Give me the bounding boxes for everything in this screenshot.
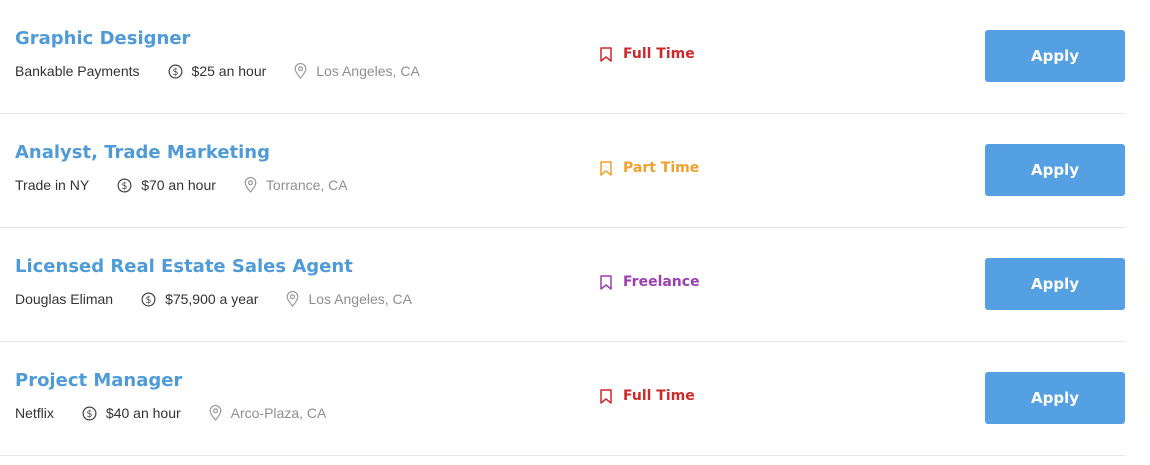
location-text: Torrance, CA — [265, 177, 348, 193]
job-type-badge: Full Time — [600, 388, 695, 404]
location: Torrance, CA — [244, 177, 348, 193]
location-text: Los Angeles, CA — [316, 63, 420, 79]
job-row: Licensed Real Estate Sales Agent Douglas… — [0, 228, 1125, 342]
map-pin-icon — [294, 63, 307, 79]
job-title[interactable]: Analyst, Trade Marketing — [15, 142, 270, 163]
salary: $ $40 an hour — [82, 405, 181, 421]
job-type-label: Part Time — [623, 160, 700, 176]
dollar-circle-icon: $ — [168, 64, 183, 79]
job-type-badge: Full Time — [600, 46, 695, 62]
job-meta: Douglas Eliman $ $75,900 a year Los Ange… — [15, 291, 412, 307]
company-name: Douglas Eliman — [15, 291, 114, 307]
location: Los Angeles, CA — [294, 63, 420, 79]
map-pin-icon — [209, 405, 222, 421]
salary-text: $40 an hour — [105, 405, 181, 421]
apply-button[interactable]: Apply — [985, 258, 1125, 310]
salary-text: $25 an hour — [191, 63, 267, 79]
bookmark-icon — [600, 274, 612, 290]
dollar-circle-icon: $ — [117, 178, 132, 193]
apply-button[interactable]: Apply — [985, 30, 1125, 82]
job-title[interactable]: Project Manager — [15, 370, 182, 391]
svg-text:$: $ — [122, 180, 128, 191]
company-name: Trade in NY — [15, 177, 90, 193]
job-meta: Bankable Payments $ $25 an hour Los Ange… — [15, 63, 420, 79]
svg-text:$: $ — [146, 294, 152, 305]
company-name: Netflix — [15, 405, 54, 421]
job-title[interactable]: Graphic Designer — [15, 28, 190, 49]
job-type-label: Full Time — [623, 46, 695, 62]
bookmark-icon — [600, 388, 612, 404]
salary-text: $75,900 a year — [165, 291, 259, 307]
company-name: Bankable Payments — [15, 63, 140, 79]
job-title[interactable]: Licensed Real Estate Sales Agent — [15, 256, 353, 277]
location: Arco-Plaza, CA — [209, 405, 327, 421]
bookmark-icon — [600, 160, 612, 176]
salary: $ $75,900 a year — [141, 291, 258, 307]
salary-text: $70 an hour — [141, 177, 216, 193]
map-pin-icon — [286, 291, 299, 307]
apply-button[interactable]: Apply — [985, 372, 1125, 424]
location-text: Los Angeles, CA — [308, 291, 412, 307]
bookmark-icon — [600, 46, 612, 62]
job-type-label: Freelance — [623, 274, 700, 290]
job-row: Analyst, Trade Marketing Trade in NY $ $… — [0, 114, 1125, 228]
location-text: Arco-Plaza, CA — [230, 405, 327, 421]
job-row: Project Manager Netflix $ $40 an hour Ar… — [0, 342, 1125, 456]
svg-text:$: $ — [86, 408, 92, 419]
map-pin-icon — [244, 177, 257, 193]
salary: $ $25 an hour — [168, 63, 267, 79]
svg-text:$: $ — [172, 66, 178, 77]
salary: $ $70 an hour — [117, 177, 216, 193]
job-type-label: Full Time — [623, 388, 695, 404]
job-type-badge: Part Time — [600, 160, 699, 176]
job-meta: Netflix $ $40 an hour Arco-Plaza, CA — [15, 405, 326, 421]
dollar-circle-icon: $ — [82, 406, 97, 421]
job-type-badge: Freelance — [600, 274, 700, 290]
dollar-circle-icon: $ — [141, 292, 156, 307]
job-list: Graphic Designer Bankable Payments $ $25… — [0, 0, 1150, 456]
job-row: Graphic Designer Bankable Payments $ $25… — [0, 0, 1125, 114]
job-meta: Trade in NY $ $70 an hour Torrance, CA — [15, 177, 348, 193]
location: Los Angeles, CA — [286, 291, 412, 307]
apply-button[interactable]: Apply — [985, 144, 1125, 196]
